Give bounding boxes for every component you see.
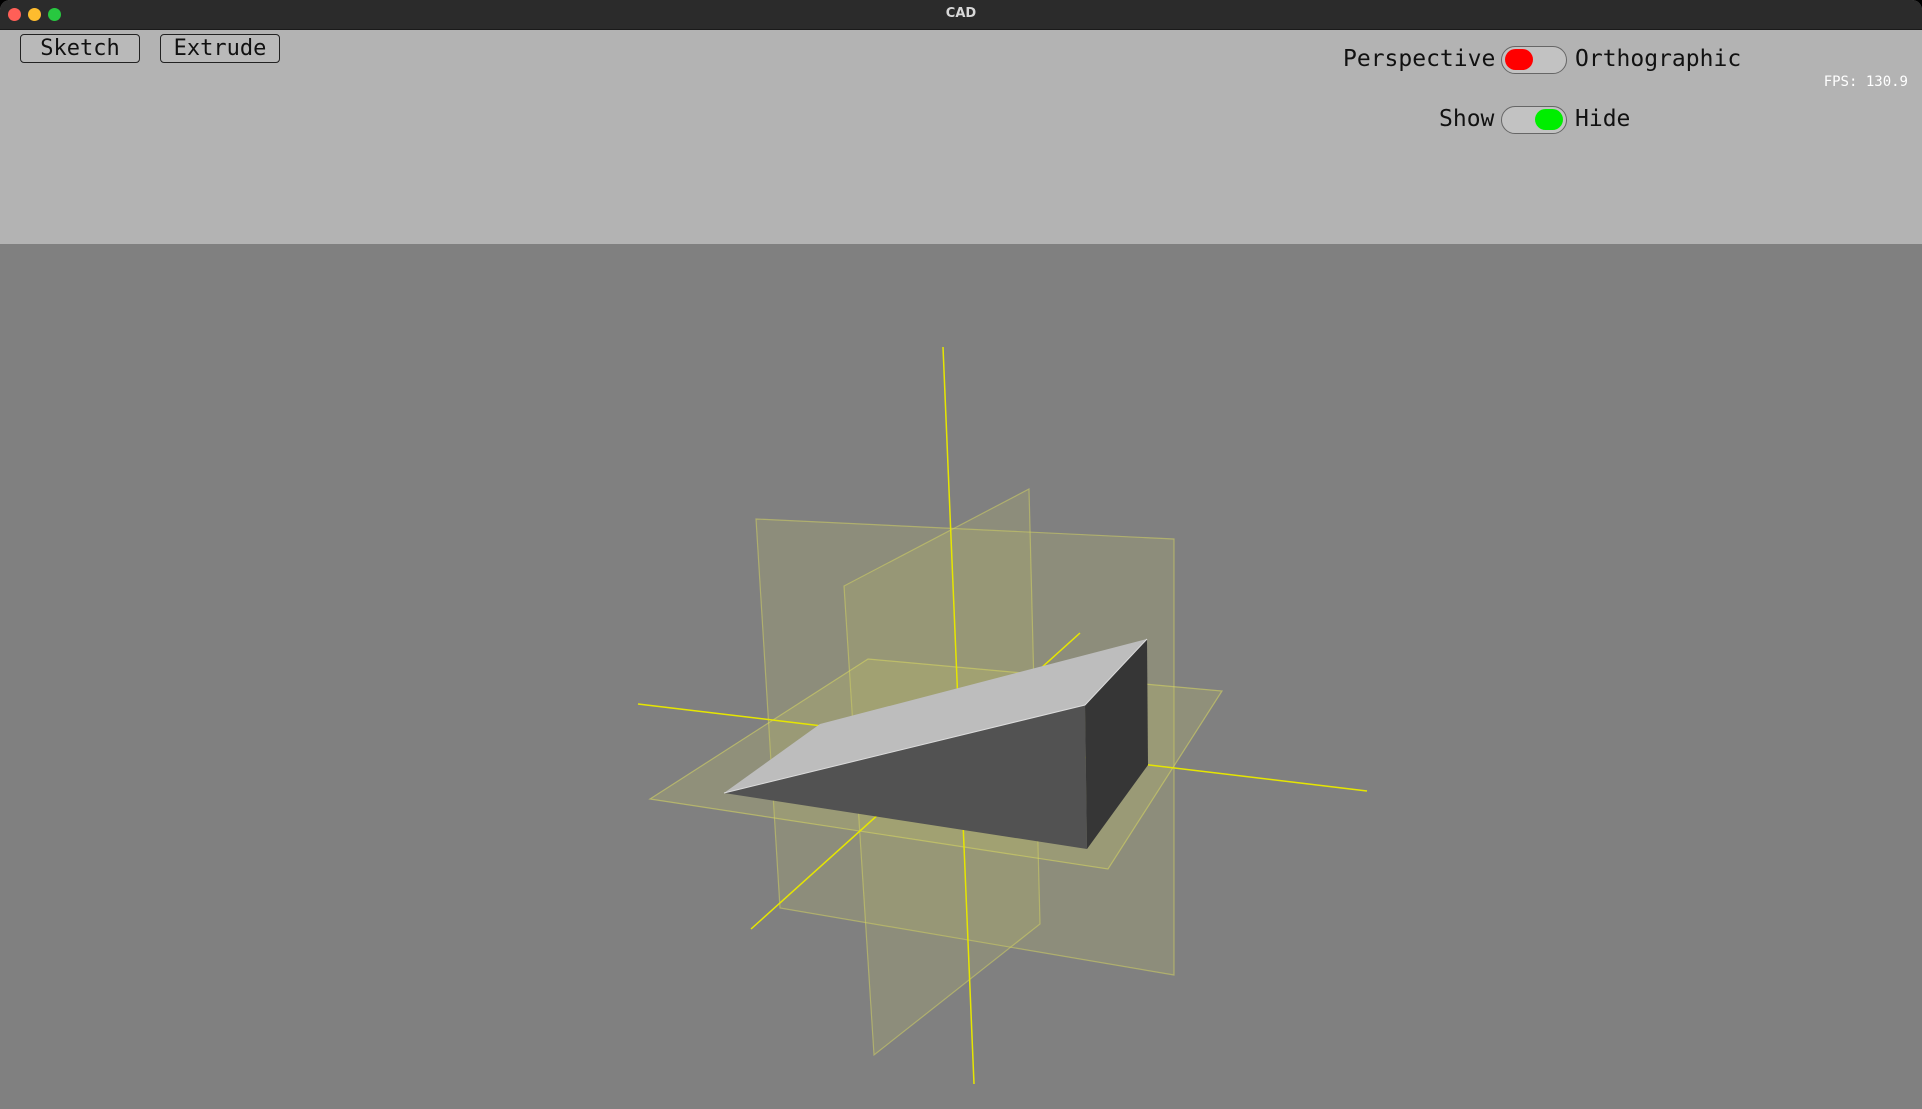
show-label: Show bbox=[1439, 106, 1495, 132]
scene-canvas[interactable] bbox=[0, 244, 1922, 1109]
visibility-toggle-knob bbox=[1535, 109, 1563, 130]
extrude-button[interactable]: Extrude bbox=[160, 34, 280, 63]
window-title: CAD bbox=[945, 6, 977, 21]
3d-viewport[interactable] bbox=[0, 244, 1922, 1109]
perspective-label: Perspective bbox=[1343, 46, 1496, 72]
hide-label: Hide bbox=[1575, 106, 1631, 132]
sketch-button[interactable]: Sketch bbox=[20, 34, 140, 63]
visibility-toggle-switch[interactable] bbox=[1501, 106, 1567, 134]
projection-toggle-switch[interactable] bbox=[1501, 46, 1567, 74]
projection-toggle-knob bbox=[1505, 49, 1533, 70]
cad-window: CAD Sketch Extrude Perspective Orthograp… bbox=[0, 0, 1922, 1109]
toolbar-panel: Sketch Extrude Perspective Orthographic … bbox=[0, 30, 1922, 244]
orthographic-label: Orthographic bbox=[1575, 46, 1742, 72]
title-bar: CAD bbox=[0, 0, 1922, 30]
fps-counter: FPS: 130.9 bbox=[1823, 74, 1908, 90]
